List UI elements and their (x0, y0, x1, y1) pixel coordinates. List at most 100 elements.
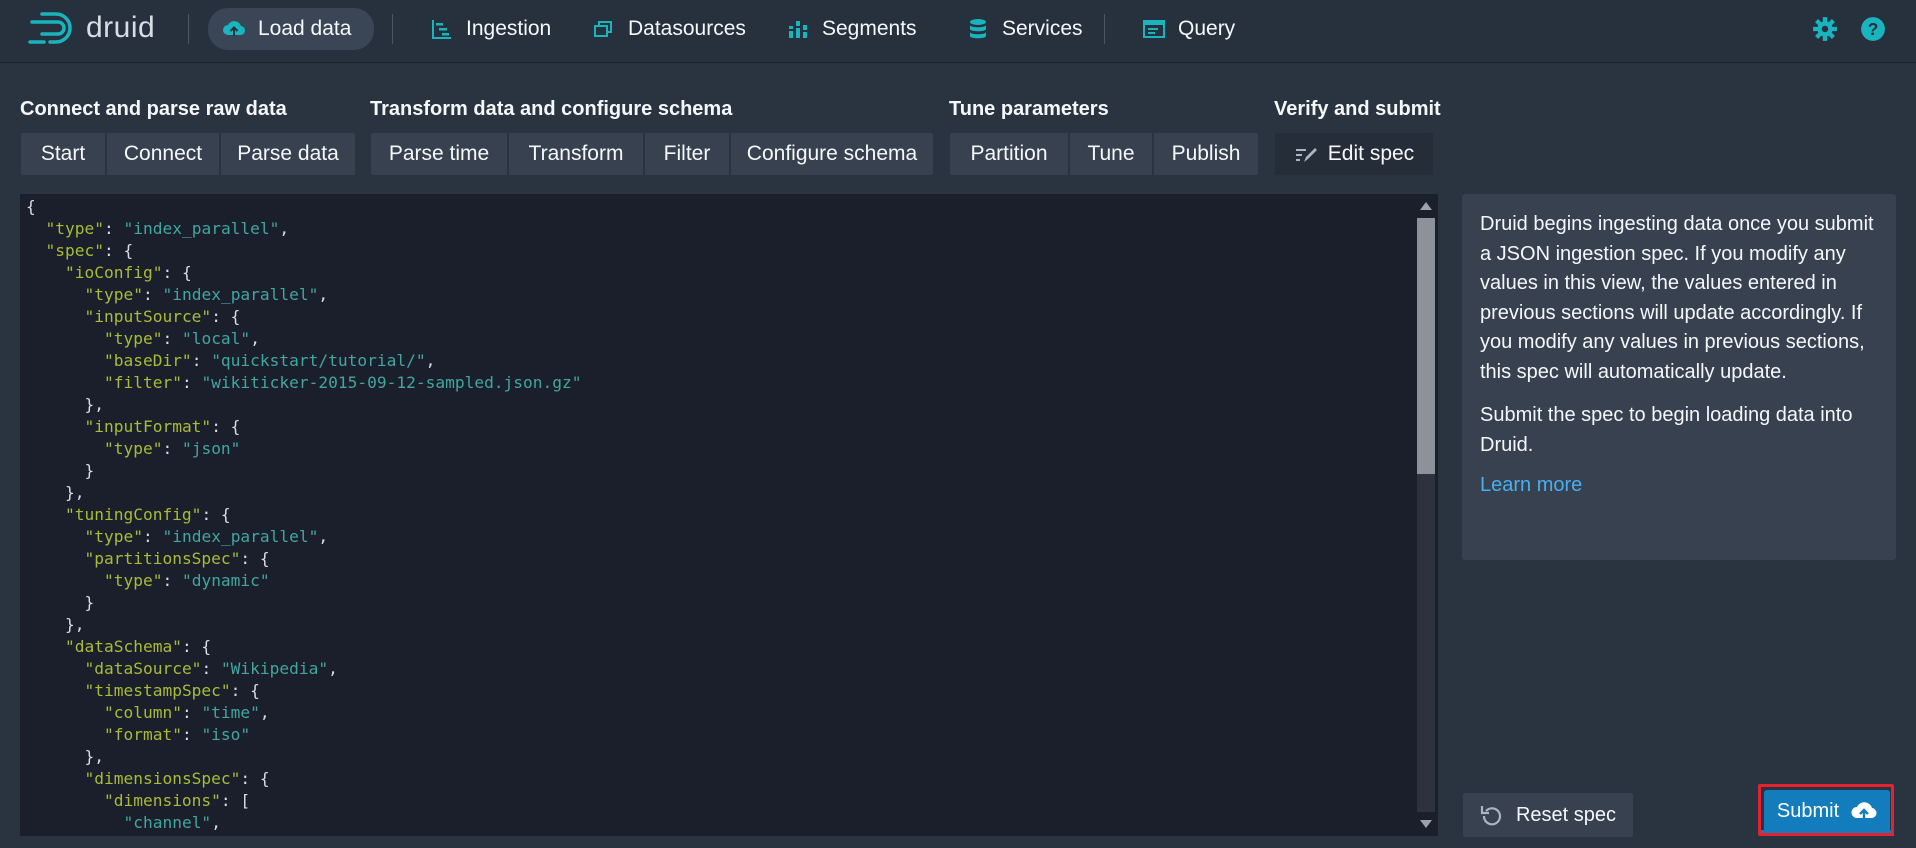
nav-query[interactable]: Query (1128, 8, 1249, 50)
json-key: "format" (103, 725, 182, 744)
code-line[interactable]: "dataSchema": { (26, 637, 211, 656)
json-punct (26, 659, 84, 678)
step-buttons: Edit spec (1274, 132, 1434, 176)
json-punct: , (328, 659, 338, 678)
submit-label: Submit (1776, 799, 1840, 822)
json-punct: }, (26, 615, 85, 634)
json-punct (26, 813, 123, 832)
code-line[interactable]: { (26, 197, 36, 216)
code-line[interactable]: "type": "index_parallel", (26, 285, 328, 304)
json-key: "type" (103, 571, 163, 590)
json-punct (26, 703, 104, 722)
json-punct (26, 263, 65, 282)
gantt-chart-icon (432, 20, 451, 39)
code-line[interactable]: "column": "time", (26, 703, 270, 722)
gear-icon[interactable] (1812, 16, 1838, 42)
json-punct: : (103, 219, 124, 238)
learn-more-link[interactable]: Learn more (1480, 474, 1582, 496)
step-group-connect: Connect and parse raw data Start Connect… (20, 96, 356, 176)
scroll-down-arrow-icon[interactable] (1420, 820, 1432, 828)
nav-services[interactable]: Services (952, 8, 1097, 50)
code-line[interactable]: "dimensions": [ (26, 791, 250, 810)
code-line[interactable]: "tuningConfig": { (26, 505, 231, 524)
json-punct (26, 373, 104, 392)
json-string: "json" (181, 439, 241, 458)
scroll-thumb[interactable] (1417, 218, 1435, 474)
code-line[interactable]: "timestampSpec": { (26, 681, 260, 700)
code-line[interactable]: "dataSource": "Wikipedia", (26, 659, 338, 678)
reset-spec-button[interactable]: Reset spec (1462, 792, 1634, 838)
step-configure-schema-button[interactable]: Configure schema (730, 132, 934, 176)
step-publish-button[interactable]: Publish (1153, 132, 1259, 176)
spec-json-code[interactable]: { "type": "index_parallel", "spec": { "i… (26, 196, 582, 834)
code-line[interactable]: "type": "index_parallel", (26, 219, 290, 238)
step-parse-time-button[interactable]: Parse time (370, 132, 508, 176)
nav-ingestion[interactable]: Ingestion (416, 8, 565, 50)
code-line[interactable]: "partitionsSpec": { (26, 549, 269, 568)
code-line[interactable]: "type": "local", (26, 329, 260, 348)
code-line[interactable]: }, (26, 395, 104, 414)
code-line[interactable]: "ioConfig": { (26, 263, 192, 282)
druid-logo-icon (28, 12, 72, 44)
json-string: "time" (201, 703, 260, 722)
json-punct: : (162, 439, 182, 458)
json-punct: : (181, 703, 202, 722)
editor-scrollbar[interactable] (1414, 194, 1438, 836)
step-edit-spec-button[interactable]: Edit spec (1274, 132, 1434, 176)
database-icon (970, 19, 986, 39)
code-line[interactable]: "inputFormat": { (26, 417, 240, 436)
spec-json-editor[interactable]: { "type": "index_parallel", "spec": { "i… (20, 194, 1417, 836)
druid-logo[interactable]: druid (28, 8, 155, 48)
json-punct: } (26, 593, 95, 612)
code-line[interactable]: "type": "index_parallel", (26, 527, 328, 546)
nav-load-data[interactable]: Load data (208, 8, 374, 50)
cloud-upload-icon (223, 21, 246, 36)
json-punct: : { (230, 681, 260, 700)
nav-divider (188, 14, 189, 44)
help-icon[interactable]: ? (1860, 16, 1886, 42)
code-line[interactable]: "dimensionsSpec": { (26, 769, 269, 788)
json-key: "type" (103, 329, 163, 348)
code-line[interactable]: } (26, 593, 94, 612)
json-punct: : (181, 373, 202, 392)
code-line[interactable]: "baseDir": "quickstart/tutorial/", (26, 351, 435, 370)
scroll-up-arrow-icon[interactable] (1420, 202, 1432, 210)
step-partition-button[interactable]: Partition (949, 132, 1069, 176)
code-line[interactable]: }, (26, 483, 85, 502)
step-title: Tune parameters (949, 98, 1109, 120)
step-filter-button[interactable]: Filter (644, 132, 730, 176)
submit-button[interactable]: Submit (1764, 790, 1890, 832)
step-connect-button[interactable]: Connect (106, 132, 220, 176)
code-line[interactable]: }, (26, 747, 104, 766)
json-punct (26, 219, 46, 238)
nav-divider (392, 14, 393, 44)
json-key: "baseDir" (103, 351, 192, 370)
nav-datasources[interactable]: Datasources (578, 8, 760, 50)
step-transform-button[interactable]: Transform (508, 132, 644, 176)
code-line[interactable]: } (26, 461, 94, 480)
code-line[interactable]: "inputSource": { (26, 307, 240, 326)
code-line[interactable]: "format": "iso" (26, 725, 250, 744)
json-punct: : { (103, 241, 134, 260)
json-punct: }, (26, 395, 104, 414)
json-punct: , (318, 527, 329, 546)
code-line[interactable]: "channel", (26, 813, 220, 832)
step-parse-data-button[interactable]: Parse data (220, 132, 356, 176)
json-key: "partitionsSpec" (84, 549, 241, 568)
json-punct (26, 527, 84, 546)
code-line[interactable]: "spec": { (26, 241, 134, 260)
nav-segments[interactable]: Segments (772, 8, 931, 50)
edit-spec-icon (1295, 148, 1317, 162)
code-line[interactable]: "type": "json" (26, 439, 240, 458)
stacked-chart-icon (789, 21, 807, 38)
step-buttons: Partition Tune Publish (949, 132, 1259, 176)
step-group-verify: Verify and submit Edit spec (1274, 96, 1441, 176)
code-line[interactable]: }, (26, 615, 85, 634)
json-punct: : (142, 527, 163, 546)
code-line[interactable]: "type": "dynamic" (26, 571, 270, 590)
step-tune-button[interactable]: Tune (1069, 132, 1153, 176)
json-string: "Wikipedia" (220, 659, 329, 678)
code-line[interactable]: "filter": "wikiticker-2015-09-12-sampled… (26, 373, 582, 392)
step-start-button[interactable]: Start (20, 132, 106, 176)
json-key: "filter" (103, 373, 182, 392)
